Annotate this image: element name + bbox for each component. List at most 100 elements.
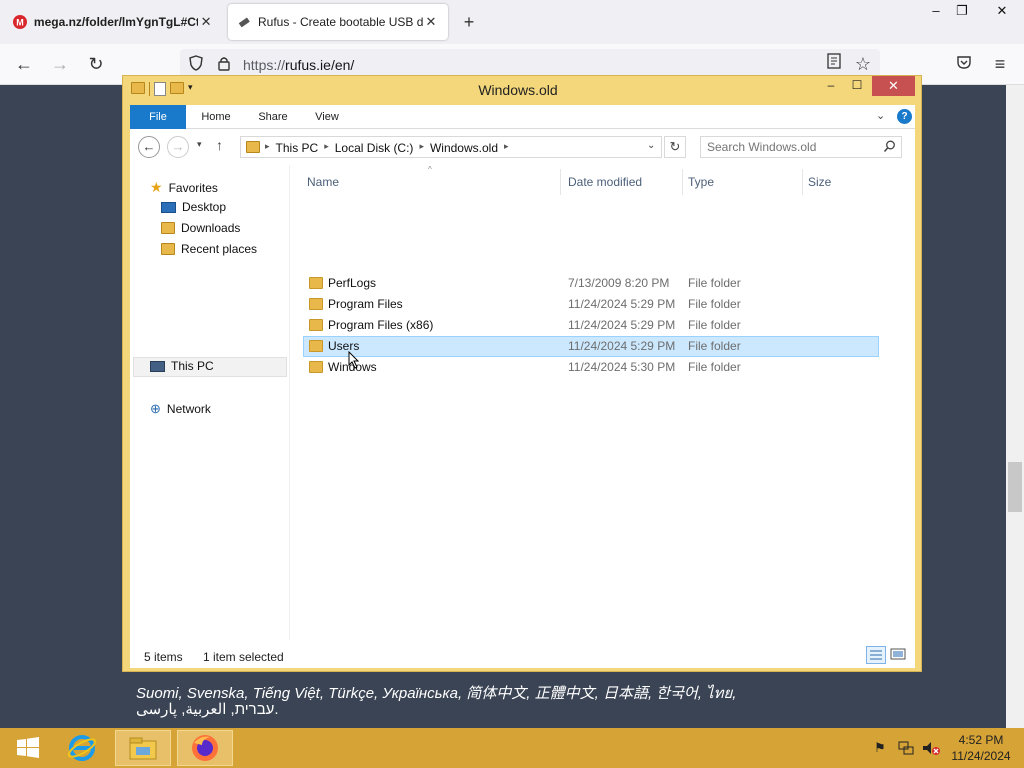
status-bar: 5 items 1 item selected — [130, 640, 915, 668]
chevron-right-icon[interactable]: ▸ — [504, 141, 509, 155]
column-name[interactable]: Name — [307, 175, 339, 189]
close-window-button[interactable]: ✕ — [872, 76, 915, 96]
sort-ascending-icon: ^ — [428, 165, 432, 174]
breadcrumb-this-pc[interactable]: This PC — [276, 141, 319, 155]
forward-arrow-icon[interactable]: → — [48, 53, 72, 77]
file-row-program-files-x86[interactable]: Program Files (x86) 11/24/2024 5:29 PM F… — [303, 315, 879, 336]
clock-date: 11/24/2024 — [951, 749, 1011, 763]
column-type[interactable]: Type — [688, 175, 714, 189]
column-divider[interactable] — [682, 169, 683, 195]
page-scrollbar-thumb[interactable] — [1008, 462, 1022, 512]
maximize-icon[interactable]: ☐ — [844, 78, 870, 92]
explorer-title-bar[interactable]: ▾ Windows.old – ☐ ✕ — [123, 76, 921, 104]
recent-locations-icon[interactable]: ▾ — [197, 139, 202, 150]
up-arrow-icon[interactable]: ↑ — [216, 137, 223, 153]
explorer-window: ▾ Windows.old – ☐ ✕ File Home Share View… — [122, 75, 922, 672]
nav-favorites[interactable]: ★ Favorites — [150, 179, 218, 196]
nav-network[interactable]: ⊕ Network — [150, 401, 211, 417]
menu-icon[interactable]: ≡ — [988, 53, 1012, 77]
desktop-icon — [161, 201, 176, 213]
details-view-icon[interactable] — [866, 646, 886, 664]
explorer-title: Windows.old — [478, 82, 558, 98]
close-window-icon[interactable]: ✕ — [986, 0, 1018, 22]
nav-this-pc[interactable]: This PC — [150, 359, 214, 373]
start-button[interactable] — [0, 730, 56, 766]
refresh-icon[interactable]: ↻ — [664, 136, 686, 158]
firefox-icon — [192, 735, 218, 761]
page-scrollbar[interactable] — [1006, 85, 1024, 728]
folder-icon — [309, 340, 323, 352]
search-box[interactable] — [700, 136, 902, 158]
url-text[interactable]: https://rufus.ie/en/ — [243, 57, 354, 73]
mega-favicon-icon: M — [12, 14, 28, 30]
tab-view[interactable]: View — [304, 105, 350, 129]
folder-icon — [246, 141, 260, 153]
volume-muted-icon[interactable] — [922, 740, 940, 759]
nav-downloads[interactable]: Downloads — [161, 221, 240, 235]
reload-icon[interactable]: ↻ — [84, 53, 108, 77]
shield-icon[interactable] — [188, 55, 204, 74]
folder-icon — [309, 277, 323, 289]
action-center-flag-icon[interactable]: ⚑ — [874, 740, 886, 756]
address-bar[interactable]: ▸ This PC ▸ Local Disk (C:) ▸ Windows.ol… — [240, 136, 662, 158]
help-icon[interactable]: ? — [897, 109, 912, 124]
maximize-icon[interactable]: ❐ — [946, 0, 978, 22]
network-icon: ⊕ — [150, 401, 161, 416]
search-input[interactable] — [707, 140, 877, 154]
forward-icon[interactable]: → — [167, 136, 189, 158]
back-icon[interactable]: ← — [138, 136, 160, 158]
breadcrumb-windows-old[interactable]: Windows.old — [430, 141, 498, 155]
chevron-right-icon[interactable]: ▸ — [419, 141, 424, 155]
lock-icon[interactable] — [216, 55, 232, 74]
star-icon: ★ — [150, 179, 163, 195]
tab-mega[interactable]: M mega.nz/folder/lmYgnTgL#Ct ✕ — [4, 4, 222, 40]
column-divider[interactable] — [560, 169, 561, 195]
address-row: ← → ▾ ↑ ▸ This PC ▸ Local Disk (C:) ▸ Wi… — [130, 129, 915, 165]
tab-home[interactable]: Home — [190, 105, 242, 129]
tab-share[interactable]: Share — [248, 105, 298, 129]
tab-file[interactable]: File — [130, 105, 186, 129]
large-icons-view-icon[interactable] — [890, 647, 908, 663]
close-tab-icon[interactable]: ✕ — [198, 14, 214, 30]
new-tab-icon[interactable]: + — [459, 12, 479, 33]
pocket-icon[interactable] — [952, 53, 976, 77]
breadcrumb-local-disk[interactable]: Local Disk (C:) — [335, 141, 414, 155]
taskbar: ⚑ 4:52 PM 11/24/2024 — [0, 728, 1024, 768]
file-row-users[interactable]: Users 11/24/2024 5:29 PM File folder — [303, 336, 879, 357]
back-arrow-icon[interactable]: ← — [12, 53, 36, 77]
chevron-right-icon[interactable]: ▸ — [324, 141, 329, 155]
minimize-icon[interactable]: – — [818, 78, 844, 92]
firefox-taskbar[interactable] — [177, 730, 233, 766]
nav-recent-places[interactable]: Recent places — [161, 242, 257, 256]
internet-explorer-icon — [67, 735, 97, 761]
system-clock[interactable]: 4:52 PM 11/24/2024 — [945, 732, 1017, 764]
usb-drive-icon — [236, 14, 252, 30]
column-date-modified[interactable]: Date modified — [568, 175, 642, 189]
reader-view-icon[interactable] — [822, 53, 846, 77]
tab-rufus[interactable]: Rufus - Create bootable USB dr ✕ — [228, 4, 448, 40]
recent-places-icon — [161, 243, 175, 255]
computer-icon — [150, 360, 165, 372]
search-icon[interactable] — [883, 140, 896, 156]
file-row-program-files[interactable]: Program Files 11/24/2024 5:29 PM File fo… — [303, 294, 879, 315]
folder-icon — [309, 298, 323, 310]
chevron-right-icon: ▸ — [265, 141, 270, 151]
column-size[interactable]: Size — [808, 175, 831, 189]
internet-explorer-taskbar[interactable] — [54, 730, 110, 766]
column-divider[interactable] — [802, 169, 803, 195]
folder-icon — [309, 361, 323, 373]
expand-ribbon-icon[interactable]: ⌄ — [876, 109, 885, 122]
downloads-folder-icon — [161, 222, 175, 234]
close-tab-icon[interactable]: ✕ — [423, 14, 439, 30]
file-explorer-icon — [129, 737, 157, 760]
network-status-icon[interactable] — [898, 740, 914, 759]
language-list-line: עברית, العربية, پارسی. — [136, 701, 279, 718]
chevron-down-icon[interactable]: ⌄ — [647, 140, 655, 151]
file-row-windows[interactable]: Windows 11/24/2024 5:30 PM File folder — [303, 357, 879, 378]
nav-desktop[interactable]: Desktop — [161, 200, 226, 214]
file-row-perflogs[interactable]: PerfLogs 7/13/2009 8:20 PM File folder — [303, 273, 879, 294]
bookmark-star-icon[interactable]: ☆ — [851, 53, 875, 77]
file-explorer-taskbar[interactable] — [115, 730, 171, 766]
selection-count: 1 item selected — [203, 650, 284, 664]
mouse-cursor-icon — [348, 350, 360, 372]
